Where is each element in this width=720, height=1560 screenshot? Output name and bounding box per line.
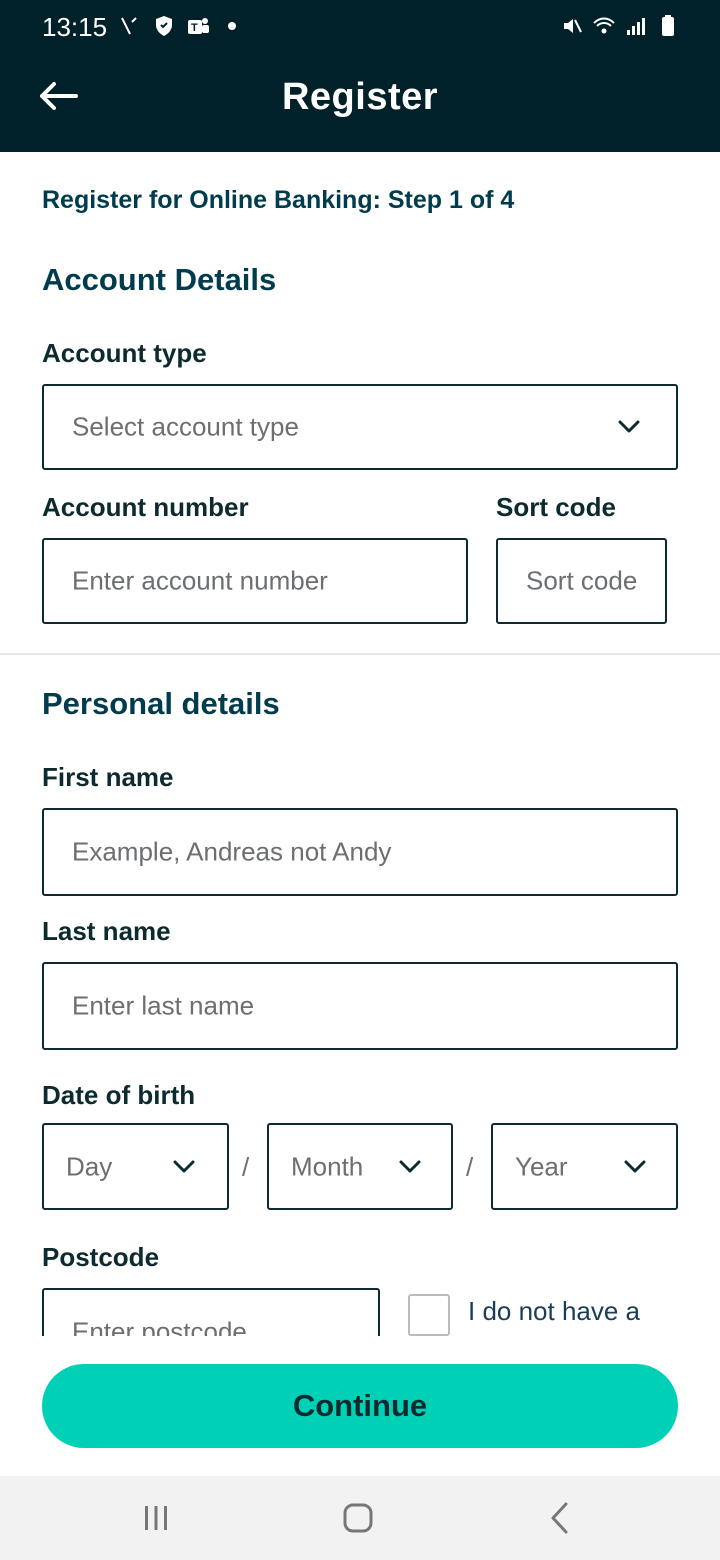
chevron-down-icon (618, 420, 640, 433)
continue-button[interactable]: Continue (42, 1364, 678, 1448)
dob-year-select[interactable]: Year (491, 1123, 678, 1210)
svg-text:T: T (191, 22, 198, 34)
dob-separator: / (466, 1152, 474, 1182)
account-details-heading: Account Details (42, 262, 277, 297)
sort-code-input[interactable]: Sort code (496, 538, 667, 624)
first-name-placeholder: Example, Andreas not Andy (72, 836, 392, 867)
status-bar: 13:15 T (0, 0, 720, 56)
dob-separator: / (242, 1152, 250, 1182)
no-postcode-label: I do not have a (468, 1296, 641, 1326)
first-name-input[interactable]: Example, Andreas not Andy (42, 808, 678, 896)
account-type-placeholder: Select account type (72, 411, 299, 442)
page-title: Register (281, 76, 439, 118)
step-indicator: Register for Online Banking: Step 1 of 4 (42, 186, 515, 214)
recents-icon[interactable] (136, 1498, 176, 1538)
teams-icon: T (188, 18, 209, 34)
account-type-label: Account type (42, 338, 207, 368)
dob-month-placeholder: Month (291, 1151, 364, 1181)
shield-icon (156, 16, 172, 36)
last-name-placeholder: Enter last name (72, 990, 255, 1021)
dob-day-select[interactable]: Day (42, 1123, 229, 1210)
form-content[interactable]: Register for Online Banking: Step 1 of 4… (0, 152, 720, 1336)
last-name-label: Last name (42, 916, 171, 946)
last-name-input[interactable]: Enter last name (42, 962, 678, 1050)
app-bar: Register (0, 56, 720, 152)
dob-month-select[interactable]: Month (267, 1123, 453, 1210)
system-nav-bar (0, 1476, 720, 1560)
signal-slash-icon (121, 17, 137, 35)
account-type-select[interactable]: Select account type (42, 384, 678, 470)
postcode-placeholder: Enter postcode (72, 1316, 247, 1337)
home-icon[interactable] (338, 1498, 378, 1538)
sort-code-label: Sort code (496, 492, 616, 522)
postcode-input[interactable]: Enter postcode (42, 1288, 380, 1336)
sort-code-placeholder: Sort code (526, 565, 638, 596)
continue-button-label: Continue (292, 1388, 428, 1423)
status-time: 13:15 (42, 12, 108, 42)
account-number-label: Account number (42, 492, 249, 522)
dob-day-placeholder: Day (66, 1151, 113, 1181)
account-number-placeholder: Enter account number (72, 565, 328, 596)
back-nav-icon[interactable] (540, 1498, 580, 1538)
dot-icon (228, 22, 236, 30)
date-of-birth-label: Date of birth (42, 1080, 196, 1110)
dob-year-placeholder: Year (515, 1151, 568, 1181)
postcode-label: Postcode (42, 1242, 160, 1272)
cell-signal-icon (627, 18, 645, 35)
personal-details-heading: Personal details (42, 686, 280, 721)
section-divider (0, 653, 720, 655)
account-number-input[interactable]: Enter account number (42, 538, 468, 624)
wifi-icon (593, 17, 615, 34)
chevron-down-icon (624, 1160, 646, 1172)
first-name-label: First name (42, 762, 174, 792)
chevron-down-icon (173, 1160, 195, 1172)
chevron-down-icon (399, 1160, 421, 1172)
no-postcode-checkbox[interactable] (408, 1294, 450, 1336)
battery-icon (662, 15, 674, 36)
mute-icon (564, 19, 582, 33)
bottom-action-area: Continue (0, 1336, 720, 1476)
